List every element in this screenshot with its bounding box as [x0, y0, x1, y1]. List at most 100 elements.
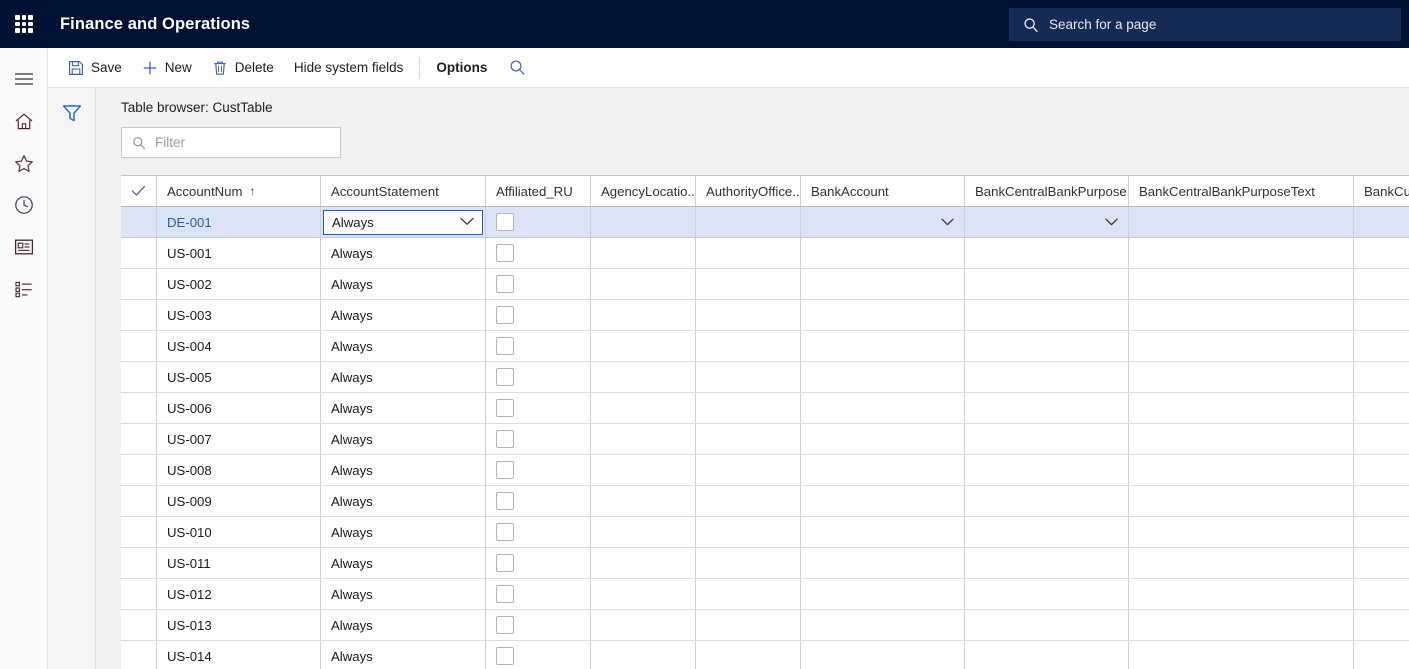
- sidebar-item-home[interactable]: [0, 100, 48, 142]
- cell-agencylocation[interactable]: [591, 486, 696, 516]
- new-button[interactable]: New: [132, 48, 202, 88]
- cell-agencylocation[interactable]: [591, 331, 696, 361]
- table-row[interactable]: US-005 Always: [121, 362, 1409, 393]
- cell-affiliated-ru[interactable]: [486, 424, 591, 454]
- row-select-cell[interactable]: [121, 269, 157, 299]
- cell-bankcentralbankpurposetext[interactable]: [1129, 424, 1354, 454]
- table-row[interactable]: US-004 Always: [121, 331, 1409, 362]
- cell-accountnum[interactable]: US-005: [157, 362, 321, 392]
- cell-accountnum[interactable]: US-006: [157, 393, 321, 423]
- cell-bankaccount[interactable]: [801, 517, 965, 547]
- cell-agencylocation[interactable]: [591, 455, 696, 485]
- affiliated-ru-checkbox[interactable]: [496, 213, 514, 231]
- cell-bankcentralbankpurposetext[interactable]: [1129, 579, 1354, 609]
- cell-accountnum[interactable]: US-003: [157, 300, 321, 330]
- cell-bankaccount[interactable]: [801, 486, 965, 516]
- cell-accountnum[interactable]: US-008: [157, 455, 321, 485]
- cell-bankaccount[interactable]: [801, 579, 965, 609]
- row-select-cell[interactable]: [121, 548, 157, 578]
- cell-bankcentralbankpurpose[interactable]: [965, 269, 1129, 299]
- cell-accountnum[interactable]: US-012: [157, 579, 321, 609]
- cell-bankcust[interactable]: [1354, 517, 1409, 547]
- cell-accountnum[interactable]: US-011: [157, 548, 321, 578]
- cell-agencylocation[interactable]: [591, 424, 696, 454]
- cell-bankcust[interactable]: [1354, 486, 1409, 516]
- table-row[interactable]: US-002 Always: [121, 269, 1409, 300]
- table-row[interactable]: DE-001 Always: [121, 207, 1409, 238]
- table-row[interactable]: US-014 Always: [121, 641, 1409, 669]
- cell-accountnum[interactable]: DE-001: [157, 207, 321, 237]
- cell-agencylocation[interactable]: [591, 269, 696, 299]
- cell-authorityoffice[interactable]: [696, 393, 801, 423]
- cell-bankaccount[interactable]: [801, 269, 965, 299]
- cell-authorityoffice[interactable]: [696, 610, 801, 640]
- affiliated-ru-checkbox[interactable]: [496, 399, 514, 417]
- cell-authorityoffice[interactable]: [696, 269, 801, 299]
- cell-accountstatement[interactable]: Always: [321, 548, 486, 578]
- cell-agencylocation[interactable]: [591, 641, 696, 669]
- cell-bankcentralbankpurpose[interactable]: [965, 548, 1129, 578]
- hide-system-fields-button[interactable]: Hide system fields: [284, 48, 414, 88]
- cell-accountstatement[interactable]: Always: [321, 238, 486, 268]
- column-header-bankcentralbankpurpose[interactable]: BankCentralBankPurpose...: [965, 176, 1129, 206]
- cell-bankcentralbankpurpose[interactable]: [965, 300, 1129, 330]
- cell-bankaccount[interactable]: [801, 610, 965, 640]
- cell-bankaccount[interactable]: [801, 331, 965, 361]
- cell-bankcust[interactable]: [1354, 548, 1409, 578]
- cell-accountnum[interactable]: US-004: [157, 331, 321, 361]
- cell-bankaccount[interactable]: [801, 300, 965, 330]
- cell-bankaccount[interactable]: [801, 641, 965, 669]
- cell-accountnum[interactable]: US-007: [157, 424, 321, 454]
- cell-bankcentralbankpurpose[interactable]: [965, 517, 1129, 547]
- cell-affiliated-ru[interactable]: [486, 331, 591, 361]
- sidebar-item-recent[interactable]: [0, 184, 48, 226]
- cell-affiliated-ru[interactable]: [486, 269, 591, 299]
- table-row[interactable]: US-006 Always: [121, 393, 1409, 424]
- affiliated-ru-checkbox[interactable]: [496, 368, 514, 386]
- cell-accountstatement[interactable]: Always: [321, 207, 486, 237]
- cell-bankaccount[interactable]: [801, 424, 965, 454]
- cell-bankaccount[interactable]: [801, 362, 965, 392]
- cell-authorityoffice[interactable]: [696, 300, 801, 330]
- cell-accountstatement[interactable]: Always: [321, 486, 486, 516]
- cell-agencylocation[interactable]: [591, 300, 696, 330]
- cell-bankcust[interactable]: [1354, 579, 1409, 609]
- cell-bankcentralbankpurpose[interactable]: [965, 641, 1129, 669]
- chevron-down-icon[interactable]: [941, 218, 954, 226]
- cell-bankcust[interactable]: [1354, 362, 1409, 392]
- table-row[interactable]: US-008 Always: [121, 455, 1409, 486]
- cell-bankaccount[interactable]: [801, 548, 965, 578]
- column-header-accountnum[interactable]: AccountNum ↑: [157, 176, 321, 206]
- cell-affiliated-ru[interactable]: [486, 455, 591, 485]
- cell-bankcust[interactable]: [1354, 393, 1409, 423]
- cell-affiliated-ru[interactable]: [486, 610, 591, 640]
- cell-bankcust[interactable]: [1354, 455, 1409, 485]
- sidebar-item-workspaces[interactable]: [0, 226, 48, 268]
- cell-accountnum[interactable]: US-002: [157, 269, 321, 299]
- cell-bankaccount[interactable]: [801, 393, 965, 423]
- affiliated-ru-checkbox[interactable]: [496, 616, 514, 634]
- cell-agencylocation[interactable]: [591, 610, 696, 640]
- cell-agencylocation[interactable]: [591, 579, 696, 609]
- cell-authorityoffice[interactable]: [696, 424, 801, 454]
- cell-accountnum[interactable]: US-009: [157, 486, 321, 516]
- cell-authorityoffice[interactable]: [696, 331, 801, 361]
- cell-authorityoffice[interactable]: [696, 641, 801, 669]
- cell-bankcentralbankpurpose[interactable]: [965, 424, 1129, 454]
- cell-bankcentralbankpurposetext[interactable]: [1129, 548, 1354, 578]
- delete-button[interactable]: Delete: [202, 48, 284, 88]
- cell-bankcentralbankpurposetext[interactable]: [1129, 269, 1354, 299]
- cell-agencylocation[interactable]: [591, 393, 696, 423]
- cell-authorityoffice[interactable]: [696, 486, 801, 516]
- column-header-bankcust[interactable]: BankCust: [1354, 176, 1409, 206]
- cell-agencylocation[interactable]: [591, 238, 696, 268]
- cell-affiliated-ru[interactable]: [486, 579, 591, 609]
- cell-affiliated-ru[interactable]: [486, 238, 591, 268]
- cell-authorityoffice[interactable]: [696, 207, 801, 237]
- cell-accountstatement[interactable]: Always: [321, 331, 486, 361]
- select-all-column-header[interactable]: [121, 176, 157, 206]
- cell-bankcentralbankpurpose[interactable]: [965, 331, 1129, 361]
- cell-accountnum[interactable]: US-001: [157, 238, 321, 268]
- save-button[interactable]: Save: [58, 48, 132, 88]
- affiliated-ru-checkbox[interactable]: [496, 585, 514, 603]
